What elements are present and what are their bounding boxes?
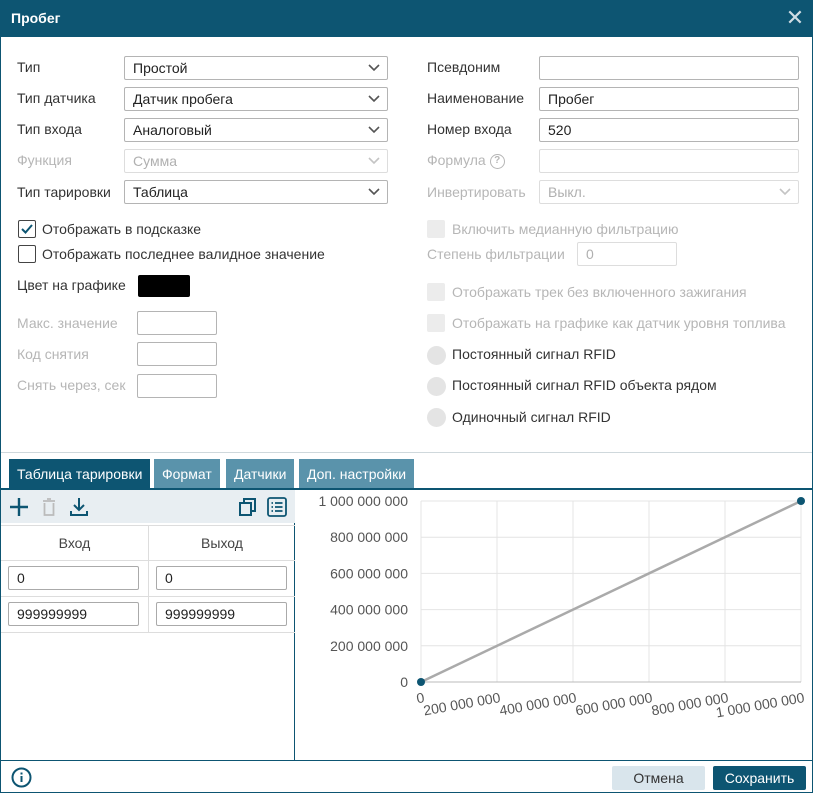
y-tick-label: 200 000 000 bbox=[330, 638, 408, 654]
track-no-ignition-label: Отображать трек без включенного зажигани… bbox=[452, 284, 747, 300]
close-icon[interactable]: ✕ bbox=[784, 7, 806, 29]
name-label: Наименование bbox=[427, 90, 525, 106]
input-cell[interactable]: 999999999 bbox=[8, 602, 139, 626]
x-tick-label: 400 000 000 bbox=[498, 689, 578, 718]
rfid-single-label: Одиночный сигнал RFID bbox=[452, 409, 611, 425]
footer: Отмена Сохранить bbox=[1, 760, 812, 792]
calibration-chart: 0200 000 000400 000 000600 000 000800 00… bbox=[318, 493, 806, 721]
sensor-type-select[interactable]: Датчик пробега bbox=[124, 87, 388, 111]
y-tick-label: 600 000 000 bbox=[330, 565, 408, 581]
table-row: 0 0 bbox=[1, 561, 295, 597]
reset-after-label: Снять через, сек bbox=[17, 377, 126, 393]
rfid-constant-label: Постоянный сигнал RFID bbox=[452, 346, 616, 362]
sensor-dialog: Пробег ✕ Тип Простой Тип датчика Датчик … bbox=[0, 0, 813, 793]
formula-input bbox=[539, 149, 799, 173]
divider bbox=[1, 452, 812, 453]
reset-code-input[interactable] bbox=[137, 342, 217, 366]
reset-code-label: Код снятия bbox=[17, 346, 89, 362]
fuel-level-checkbox bbox=[427, 314, 445, 332]
show-last-valid-label: Отображать последнее валидное значение bbox=[42, 246, 325, 262]
list-icon[interactable] bbox=[266, 496, 288, 518]
show-last-valid-checkbox[interactable] bbox=[18, 245, 36, 263]
table-row: 999999999 999999999 bbox=[1, 597, 295, 633]
rfid-single-radio[interactable] bbox=[427, 408, 446, 427]
help-icon[interactable]: ? bbox=[489, 153, 505, 169]
function-select: Сумма bbox=[124, 149, 388, 173]
chevron-down-icon bbox=[368, 157, 380, 165]
input-number-label: Номер входа bbox=[427, 121, 512, 137]
alias-label: Псевдоним bbox=[427, 59, 501, 75]
chevron-down-icon bbox=[779, 188, 791, 196]
table-toolbar bbox=[1, 490, 295, 523]
tab-sensors[interactable]: Датчики bbox=[226, 459, 295, 489]
invert-label: Инвертировать bbox=[427, 184, 526, 200]
tab-format[interactable]: Формат bbox=[154, 459, 220, 489]
invert-select: Выкл. bbox=[539, 180, 799, 204]
title-bar: Пробег ✕ bbox=[1, 1, 812, 37]
calibration-table-pane: Вход Выход 0 0 999999999 999999999 bbox=[1, 490, 295, 760]
type-select[interactable]: Простой bbox=[124, 56, 388, 80]
show-in-tooltip-label: Отображать в подсказке bbox=[42, 221, 202, 237]
filter-degree-input: 0 bbox=[577, 242, 677, 266]
median-filter-label: Включить медианную фильтрацию bbox=[452, 221, 679, 237]
y-tick-label: 800 000 000 bbox=[330, 529, 408, 545]
name-input[interactable]: Пробег bbox=[539, 87, 799, 111]
cancel-button[interactable]: Отмена bbox=[612, 766, 705, 790]
dialog-title: Пробег bbox=[11, 10, 61, 26]
max-value-input[interactable] bbox=[137, 311, 217, 335]
copy-icon[interactable] bbox=[237, 496, 259, 518]
download-icon[interactable] bbox=[68, 496, 90, 518]
chevron-down-icon bbox=[368, 95, 380, 103]
track-no-ignition-checkbox bbox=[427, 283, 445, 301]
input-number-input[interactable]: 520 bbox=[539, 118, 799, 142]
x-tick-label: 200 000 000 bbox=[422, 689, 502, 718]
color-swatch[interactable] bbox=[138, 275, 190, 297]
y-tick-label: 400 000 000 bbox=[330, 602, 408, 618]
median-filter-checkbox bbox=[427, 220, 445, 238]
save-button[interactable]: Сохранить bbox=[713, 766, 806, 790]
show-in-tooltip-checkbox[interactable] bbox=[18, 220, 36, 238]
chart-color-label: Цвет на графике bbox=[17, 277, 126, 293]
input-type-label: Тип входа bbox=[17, 121, 82, 137]
info-icon[interactable] bbox=[11, 767, 32, 788]
chevron-down-icon bbox=[368, 64, 380, 72]
tab-extra-settings[interactable]: Доп. настройки bbox=[299, 459, 415, 489]
y-tick-label: 1 000 000 000 bbox=[318, 493, 408, 509]
rfid-nearby-radio[interactable] bbox=[427, 377, 446, 396]
tab-calibration-table[interactable]: Таблица тарировки bbox=[9, 459, 151, 489]
type-label: Тип bbox=[17, 59, 41, 75]
series-line bbox=[420, 499, 802, 684]
calibration-type-select[interactable]: Таблица bbox=[124, 180, 388, 204]
input-cell[interactable]: 0 bbox=[8, 566, 139, 590]
data-point bbox=[797, 497, 805, 505]
alias-input[interactable] bbox=[539, 56, 799, 80]
checkmark-icon bbox=[21, 224, 33, 234]
calibration-type-label: Тип тарировки bbox=[17, 184, 111, 200]
reset-after-input[interactable] bbox=[137, 374, 217, 398]
function-label: Функция bbox=[17, 152, 72, 168]
max-value-label: Макс. значение bbox=[17, 315, 118, 331]
y-tick-label: 0 bbox=[400, 674, 408, 690]
x-tick-label: 1 000 000 000 bbox=[715, 689, 806, 720]
chevron-down-icon bbox=[368, 188, 380, 196]
input-type-select[interactable]: Аналоговый bbox=[124, 118, 388, 142]
column-header-output: Выход bbox=[201, 535, 243, 551]
output-cell[interactable]: 0 bbox=[156, 566, 287, 590]
x-tick-label: 600 000 000 bbox=[574, 689, 654, 718]
column-header-input: Вход bbox=[58, 535, 91, 551]
formula-label: Формула? bbox=[427, 152, 505, 169]
add-icon[interactable] bbox=[8, 496, 30, 518]
data-point bbox=[417, 678, 425, 686]
sensor-type-label: Тип датчика bbox=[17, 90, 96, 106]
rfid-nearby-label: Постоянный сигнал RFID объекта рядом bbox=[452, 377, 717, 393]
filter-degree-label: Степень фильтрации bbox=[427, 246, 565, 262]
rfid-constant-radio[interactable] bbox=[427, 346, 446, 365]
chevron-down-icon bbox=[368, 126, 380, 134]
fuel-level-label: Отображать на графике как датчик уровня … bbox=[452, 315, 786, 331]
output-cell[interactable]: 999999999 bbox=[156, 602, 287, 626]
trash-icon[interactable] bbox=[38, 496, 60, 518]
